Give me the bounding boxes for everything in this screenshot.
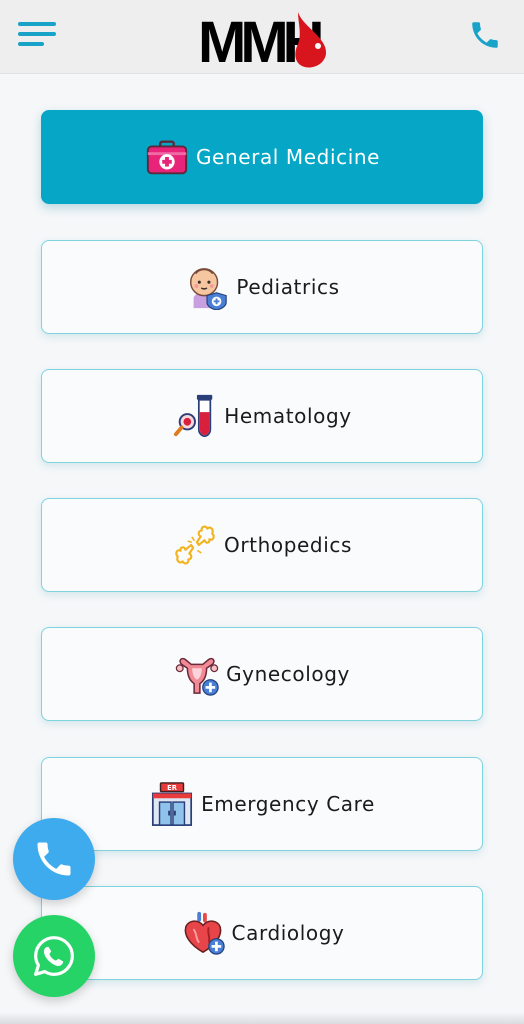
dept-label: Hematology: [224, 404, 352, 428]
dept-gynecology[interactable]: Gynecology: [41, 627, 483, 721]
bottom-shade: [0, 1012, 524, 1024]
dept-label: Pediatrics: [236, 275, 340, 299]
dept-emergency-care[interactable]: ER Emergency Care: [41, 757, 483, 851]
whatsapp-icon: [34, 936, 74, 976]
dept-label: General Medicine: [195, 145, 381, 169]
phone-icon: [37, 842, 71, 876]
page: MMH General Medicine Pediatrics Hematolo…: [0, 0, 524, 1024]
emergency-room-icon: ER: [152, 782, 193, 826]
call-floating-button[interactable]: [13, 818, 95, 900]
svg-text:ER: ER: [167, 784, 178, 792]
dept-label: Orthopedics: [224, 533, 352, 557]
dept-hematology[interactable]: Hematology: [41, 369, 483, 463]
broken-bone-icon: [175, 525, 215, 565]
hamburger-menu-icon[interactable]: [18, 22, 58, 48]
heart-icon: [184, 911, 225, 955]
phone-icon[interactable]: [468, 18, 502, 52]
uterus-icon: [175, 657, 219, 696]
logo[interactable]: MMH: [198, 8, 330, 70]
app-header: MMH: [0, 0, 524, 74]
dept-label: Emergency Care: [201, 792, 375, 816]
dept-label: Cardiology: [231, 921, 345, 945]
dept-orthopedics[interactable]: Orthopedics: [41, 498, 483, 592]
first-aid-kit-icon: [146, 140, 188, 175]
dept-pediatrics[interactable]: Pediatrics: [41, 240, 483, 334]
dept-label: Gynecology: [226, 662, 350, 686]
baby-icon: [190, 268, 228, 310]
whatsapp-floating-button[interactable]: [13, 915, 95, 997]
dept-general-medicine[interactable]: General Medicine: [41, 110, 483, 204]
blood-test-tube-icon: [174, 394, 213, 437]
dept-cardiology[interactable]: Cardiology: [41, 886, 483, 980]
